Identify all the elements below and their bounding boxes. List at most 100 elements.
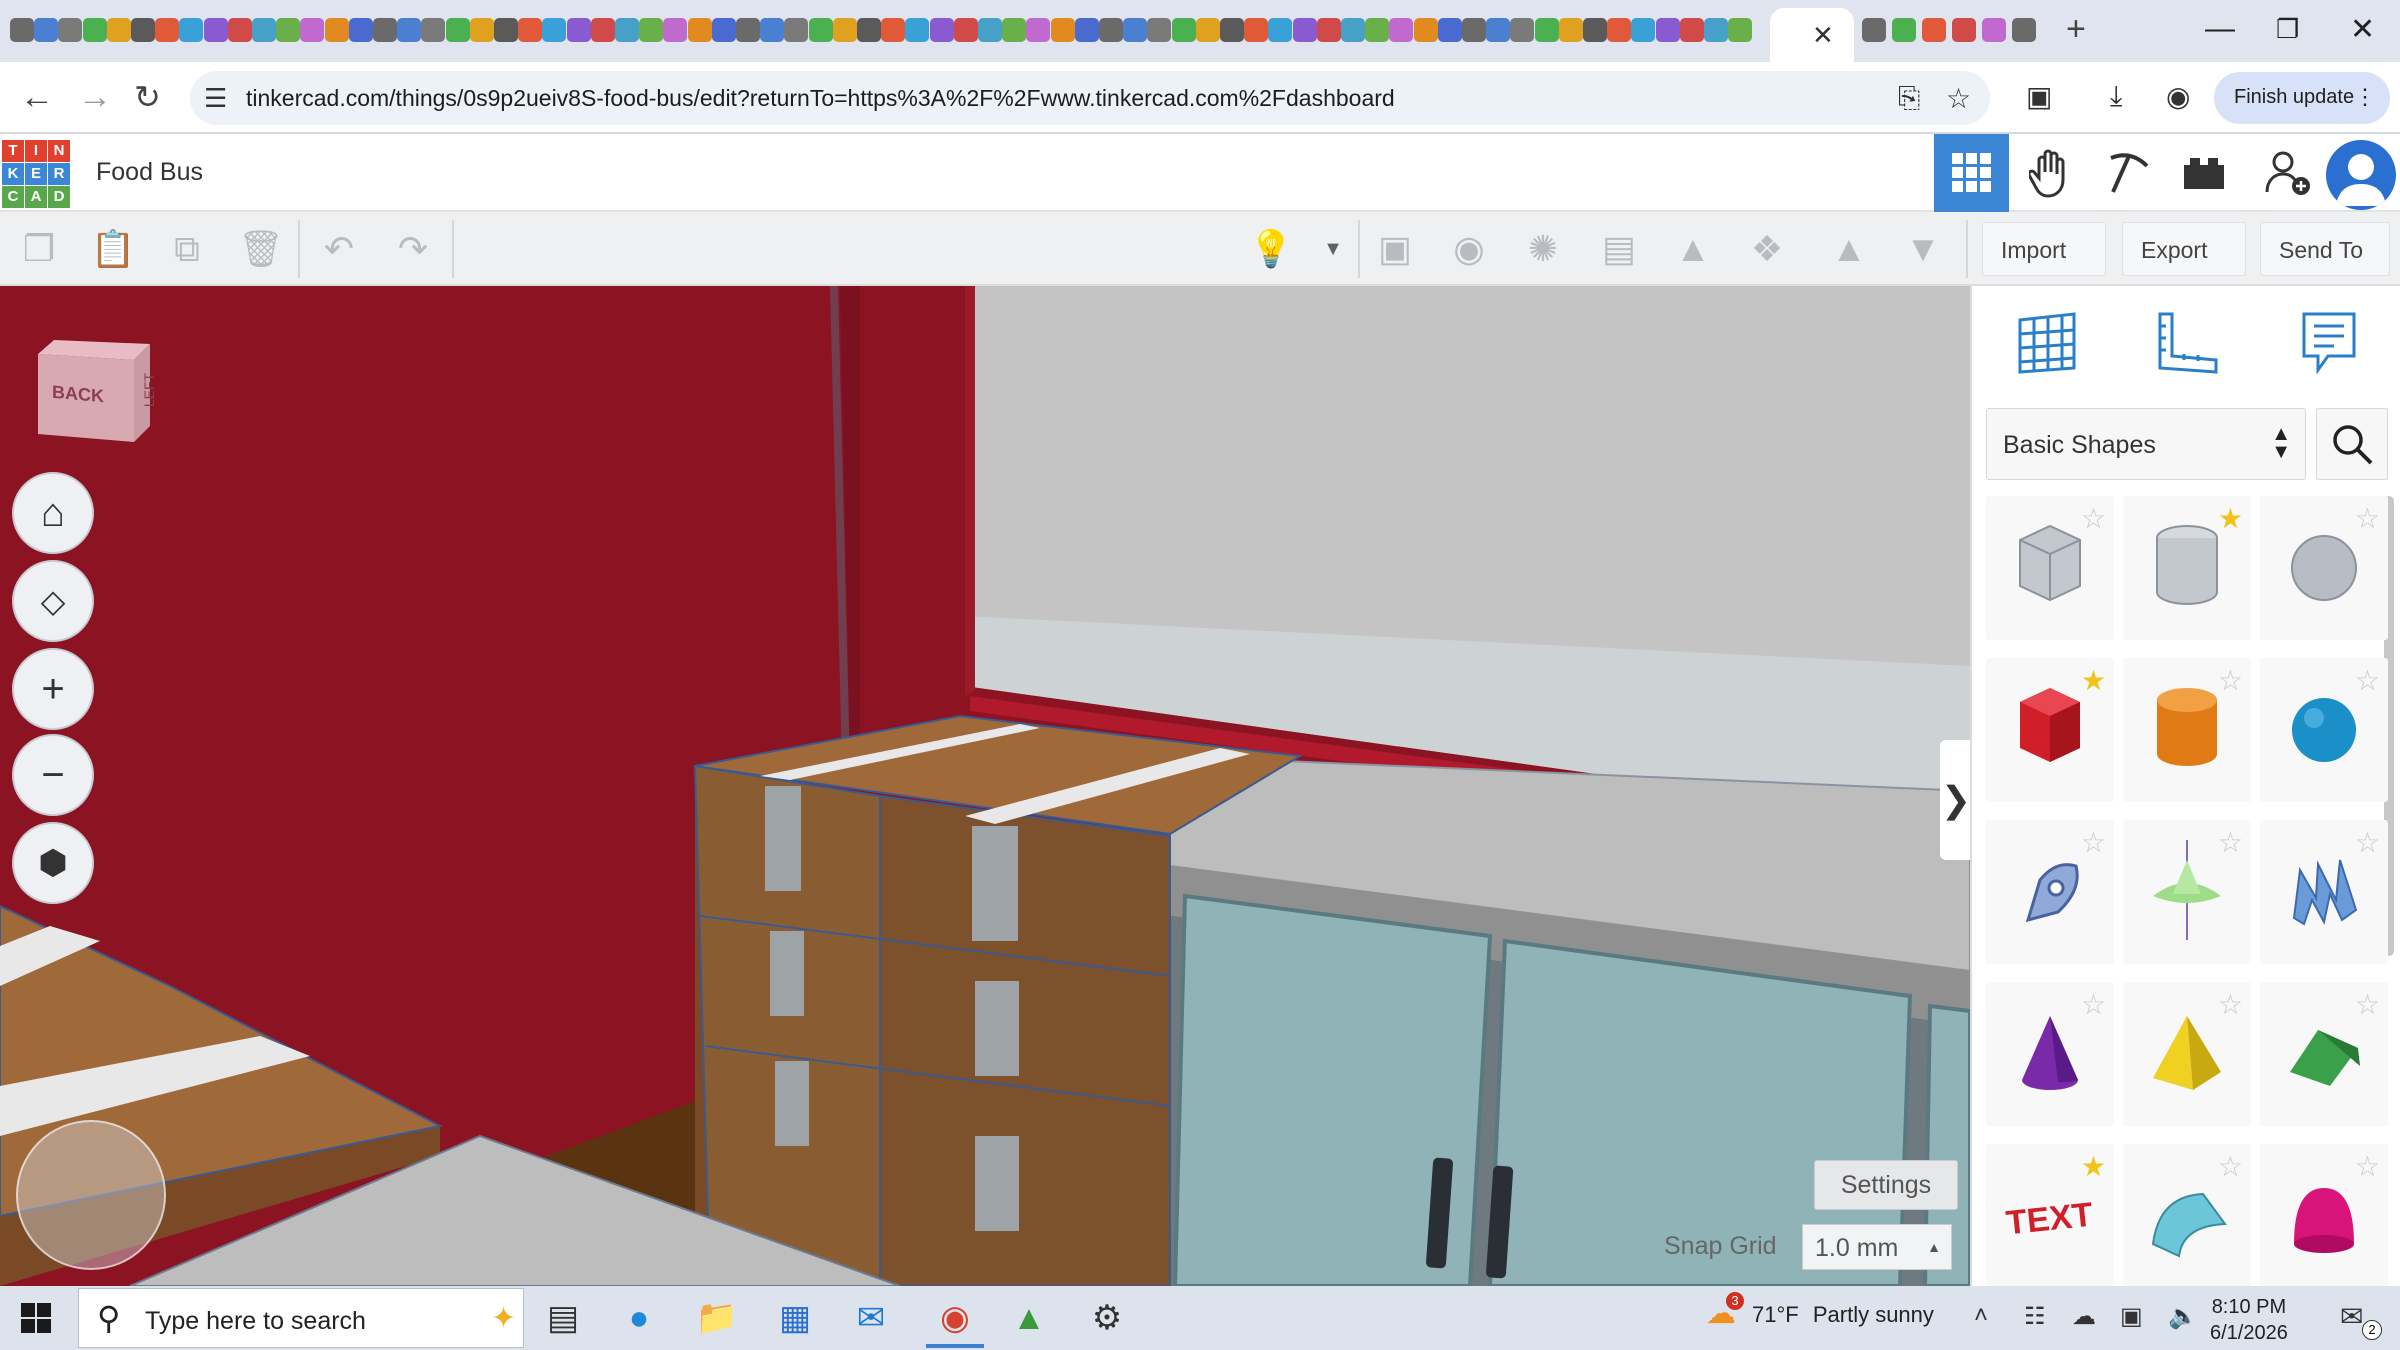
volume-icon[interactable]: 🔈 [2168, 1302, 2198, 1331]
tab-favicon[interactable] [1171, 18, 1196, 42]
favorite-star-icon[interactable]: ☆ [2218, 988, 2243, 1021]
tab-favicon[interactable] [421, 18, 446, 42]
notes-button[interactable] [2294, 306, 2364, 376]
chevron-down-icon[interactable]: ▼ [1310, 226, 1356, 272]
tab-favicon[interactable] [1316, 18, 1341, 42]
workplane-grid-button[interactable] [2012, 306, 2082, 376]
mirror-icon[interactable]: ▲ [1670, 226, 1716, 272]
send-to-button[interactable]: Send To [2260, 222, 2390, 276]
tab-favicon[interactable] [1510, 18, 1535, 42]
tab-favicon[interactable] [1862, 18, 1886, 42]
favorite-star-icon[interactable]: ☆ [2081, 826, 2106, 859]
favorite-star-icon[interactable]: ☆ [2355, 664, 2380, 697]
snap-grid-select[interactable]: 1.0 mm ▲ [1802, 1224, 1952, 1270]
duplicate-icon[interactable]: ⧉ [164, 226, 210, 272]
viewcube-left-face[interactable]: LEFT [141, 373, 157, 407]
viewcube-back-face[interactable]: BACK [52, 382, 104, 408]
favorite-star-icon[interactable]: ★ [2081, 664, 2106, 697]
favorite-star-icon[interactable]: ☆ [2218, 826, 2243, 859]
tinkercad-logo[interactable]: TIN KER CAD [2, 140, 70, 208]
tab-favicon[interactable] [1341, 18, 1365, 42]
new-tab-button[interactable]: + [2066, 10, 2086, 49]
tab-favicon[interactable] [469, 18, 494, 42]
shape-cylinder-hole[interactable]: ★ [2123, 496, 2251, 640]
notifications-icon[interactable]: ✉ [2340, 1300, 2363, 1333]
design-title[interactable]: Food Bus [96, 158, 203, 187]
tab-favicon[interactable] [1728, 18, 1753, 42]
favorite-star-icon[interactable]: ☆ [2355, 826, 2380, 859]
tab-favicon[interactable] [10, 18, 34, 42]
close-window-icon[interactable]: ✕ [2350, 12, 2375, 47]
app-a-icon[interactable]: ▲ [1004, 1296, 1054, 1340]
tab-favicon[interactable] [1413, 18, 1438, 42]
tab-favicon[interactable] [1074, 18, 1099, 42]
delete-icon[interactable]: 🗑 [238, 226, 284, 272]
tab-favicon[interactable] [808, 18, 833, 42]
tab-favicon[interactable] [639, 18, 664, 42]
shape-cylinder[interactable]: ☆ [2123, 658, 2251, 802]
tab-favicon[interactable] [784, 18, 809, 42]
avatar[interactable] [2326, 140, 2396, 210]
active-tab[interactable]: ✕ [1770, 8, 1854, 62]
shape-sphere[interactable]: ☆ [2260, 658, 2388, 802]
tab-favicon[interactable] [397, 18, 422, 42]
lightbulb-icon[interactable]: 💡 [1248, 226, 1294, 272]
finish-update-button[interactable]: Finish update ⋮ [2214, 72, 2390, 124]
cruise-icon[interactable]: ❖ [1744, 226, 1790, 272]
lens-search-icon[interactable]: ▣ [2026, 80, 2052, 113]
scene-render[interactable] [0, 286, 1970, 1286]
tab-favicon[interactable] [1389, 18, 1414, 42]
shape-roof[interactable]: ☆ [2260, 982, 2388, 1126]
tab-favicon[interactable] [34, 18, 59, 42]
network-icon[interactable]: ☷ [2024, 1302, 2046, 1331]
tab-favicon[interactable] [1558, 18, 1583, 42]
tab-favicon[interactable] [131, 18, 155, 42]
tab-favicon[interactable] [663, 18, 688, 42]
tab-favicon[interactable] [445, 18, 470, 42]
back-icon[interactable]: ← [20, 78, 54, 117]
zoom-out-button[interactable]: − [12, 734, 94, 816]
tab-favicon[interactable] [1704, 18, 1728, 42]
shape-library-dropdown[interactable]: Basic Shapes ▲ ▼ [1986, 408, 2306, 480]
tab-favicon[interactable] [494, 18, 518, 42]
taskbar-search[interactable]: ⚲ Type here to search ✦ [78, 1288, 524, 1348]
bookmark-star-icon[interactable]: ☆ [1946, 82, 1971, 115]
favorite-star-icon[interactable]: ☆ [2355, 1150, 2380, 1183]
device-icon[interactable]: ▣ [2120, 1302, 2143, 1331]
tab-favicon[interactable] [1534, 18, 1559, 42]
chrome-icon[interactable]: ◉ [926, 1296, 984, 1348]
address-bar[interactable]: ☰ tinkercad.com/things/0s9p2ueiv8S-food-… [190, 71, 1990, 125]
view-cube[interactable]: BACK LEFT [34, 334, 157, 442]
shape-search-button[interactable] [2316, 408, 2388, 480]
ungroup-icon[interactable]: ✺ [1520, 226, 1566, 272]
copilot-sparkle-icon[interactable]: ✦ [491, 1301, 516, 1336]
favorite-star-icon[interactable]: ☆ [2081, 988, 2106, 1021]
shape-box-hole[interactable]: ☆ [1986, 496, 2114, 640]
shape-box[interactable]: ★ [1986, 658, 2114, 802]
tab-favicon[interactable] [2012, 18, 2036, 42]
install-app-icon[interactable]: ⎘ [1898, 82, 1920, 115]
outlook-icon[interactable]: ✉ [846, 1296, 896, 1340]
shape-cone[interactable]: ☆ [1986, 982, 2114, 1126]
tab-favicon[interactable] [1437, 18, 1462, 42]
tab-favicon[interactable] [1244, 18, 1269, 42]
zoom-in-button[interactable]: + [12, 648, 94, 730]
favorite-star-icon[interactable]: ☆ [2218, 664, 2243, 697]
tab-favicon[interactable] [1002, 18, 1027, 42]
tab-favicon[interactable] [929, 18, 954, 42]
tab-favicon[interactable] [1892, 18, 1916, 42]
tab-favicon[interactable] [82, 18, 107, 42]
copy-icon[interactable]: ❐ [16, 226, 62, 272]
tab-favicon[interactable] [832, 18, 857, 42]
tab-favicon[interactable] [905, 18, 930, 42]
tab-favicon[interactable] [711, 18, 736, 42]
tab-favicon[interactable] [978, 18, 1002, 42]
tab-favicon[interactable] [687, 18, 712, 42]
3d-viewport[interactable]: BACK LEFT ⌂ ◇ + − ⬢ ❯ Settings Snap Grid… [0, 286, 1970, 1286]
tab-favicon[interactable] [518, 18, 543, 42]
add-user-button[interactable] [2250, 134, 2325, 212]
tab-favicon[interactable] [1099, 18, 1123, 42]
shape-sphere-hole[interactable]: ☆ [2260, 496, 2388, 640]
ruler-button[interactable] [2152, 306, 2222, 376]
tab-favicon[interactable] [760, 18, 785, 42]
